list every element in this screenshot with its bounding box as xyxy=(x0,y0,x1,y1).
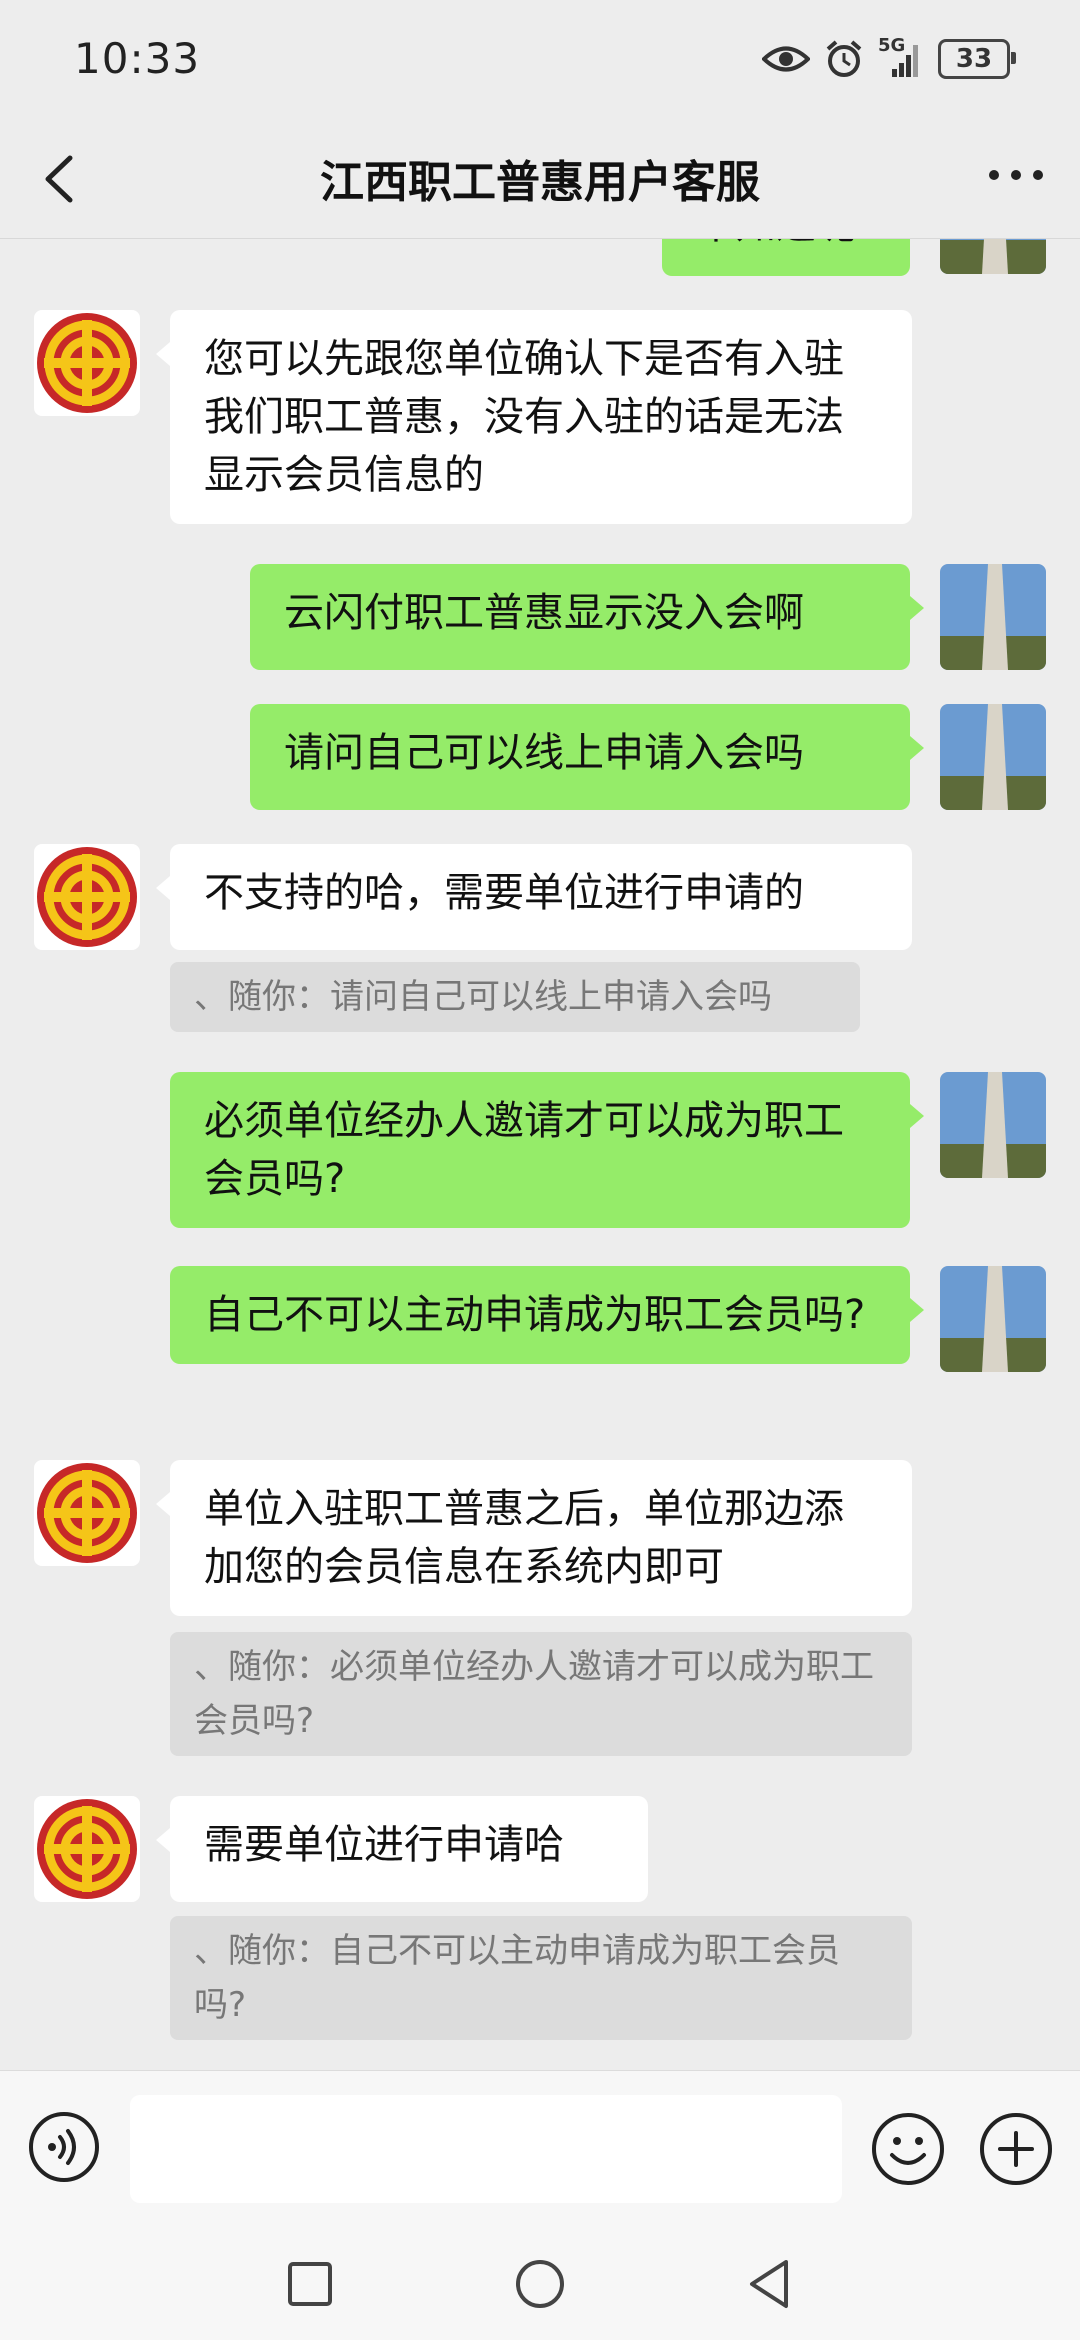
my-avatar[interactable] xyxy=(940,704,1046,810)
message-text: 单位入驻职工普惠之后，单位那边添加您的会员信息在系统内即可 xyxy=(204,1486,844,1590)
sent-message-bubble[interactable]: 云闪付职工普惠显示没入会啊 xyxy=(250,564,924,670)
message-text: 云闪付职工普惠显示没入会啊 xyxy=(284,590,804,636)
union-logo-icon xyxy=(34,844,140,950)
status-bar: 10:33 5G 33 xyxy=(0,0,1080,120)
voice-icon[interactable] xyxy=(28,2111,100,2183)
message-text: 请问自己可以线上申请入会吗 xyxy=(284,730,804,776)
input-bar xyxy=(0,2070,1080,2229)
system-nav-bar xyxy=(0,2228,1080,2340)
message-text: 您可以先跟您单位确认下是否有入驻我们职工普惠，没有入驻的话是无法显示会员信息的 xyxy=(204,336,844,498)
union-logo-icon xyxy=(34,310,140,416)
agent-avatar[interactable] xyxy=(34,1460,140,1566)
quote-text: 、随你：请问自己可以线上申请入会吗 xyxy=(194,977,772,1017)
eye-icon xyxy=(762,46,810,72)
received-message-bubble[interactable]: 您可以先跟您单位确认下是否有入驻我们职工普惠，没有入驻的话是无法显示会员信息的 xyxy=(156,310,912,524)
page-title: 江西职工普惠用户客服 xyxy=(320,157,760,208)
title-bar: 江西职工普惠用户客服 xyxy=(0,120,1080,239)
sent-message-bubble[interactable]: 请问自己可以线上申请入会吗 xyxy=(250,704,924,810)
quote-text: 、随你：自己不可以主动申请成为职工会员吗? xyxy=(194,1931,840,2025)
sent-message-bubble[interactable]: 自己不可以主动申请成为职工会员吗? xyxy=(170,1266,924,1364)
circle-icon[interactable] xyxy=(510,2254,570,2314)
message-text: 不支持的哈，需要单位进行申请的 xyxy=(204,870,804,916)
union-logo-icon xyxy=(34,1460,140,1566)
message-text: 需要单位进行申请哈 xyxy=(204,1822,564,1868)
union-logo-icon xyxy=(34,1796,140,1902)
more-dots-icon[interactable] xyxy=(986,160,1046,190)
alarm-icon xyxy=(826,40,862,77)
quoted-reply[interactable]: 、随你：必须单位经办人邀请才可以成为职工会员吗? xyxy=(170,1632,912,1756)
received-message-bubble[interactable]: 不支持的哈，需要单位进行申请的 xyxy=(156,844,912,950)
message-input[interactable] xyxy=(130,2095,842,2203)
message-text: 自己不可以主动申请成为职工会员吗? xyxy=(204,1292,866,1338)
agent-avatar[interactable] xyxy=(34,310,140,416)
battery-indicator: 33 xyxy=(938,39,1016,79)
sent-message-bubble[interactable]: 不知道呢 xyxy=(662,238,910,276)
agent-avatar[interactable] xyxy=(34,844,140,950)
message-text: 必须单位经办人邀请才可以成为职工会员吗? xyxy=(204,1098,844,1202)
received-message-bubble[interactable]: 单位入驻职工普惠之后，单位那边添加您的会员信息在系统内即可 xyxy=(156,1460,912,1616)
square-icon[interactable] xyxy=(280,2254,340,2314)
plus-icon[interactable] xyxy=(978,2111,1054,2187)
agent-avatar[interactable] xyxy=(34,1796,140,1902)
status-time: 10:33 xyxy=(74,34,201,83)
sent-message-bubble[interactable]: 必须单位经办人邀请才可以成为职工会员吗? xyxy=(170,1072,924,1228)
triangle-back-icon[interactable] xyxy=(740,2254,800,2314)
chat-area[interactable]: 不知道呢 您可以先跟您单位确认下是否有入驻我们职工普惠，没有入驻的话是无法显示会… xyxy=(0,238,1080,2070)
my-avatar[interactable] xyxy=(940,564,1046,670)
received-message-bubble[interactable]: 需要单位进行申请哈 xyxy=(156,1796,648,1902)
emoji-icon[interactable] xyxy=(870,2111,946,2187)
quoted-reply[interactable]: 、随你：自己不可以主动申请成为职工会员吗? xyxy=(170,1916,912,2040)
quote-text: 、随你：必须单位经办人邀请才可以成为职工会员吗? xyxy=(194,1647,874,1741)
quoted-reply[interactable]: 、随你：请问自己可以线上申请入会吗 xyxy=(170,962,860,1032)
my-avatar[interactable] xyxy=(940,1072,1046,1178)
my-avatar[interactable] xyxy=(940,238,1046,274)
status-icons: 5G 33 xyxy=(762,34,1016,84)
signal-icon: 5G xyxy=(878,35,924,79)
my-avatar[interactable] xyxy=(940,1266,1046,1372)
